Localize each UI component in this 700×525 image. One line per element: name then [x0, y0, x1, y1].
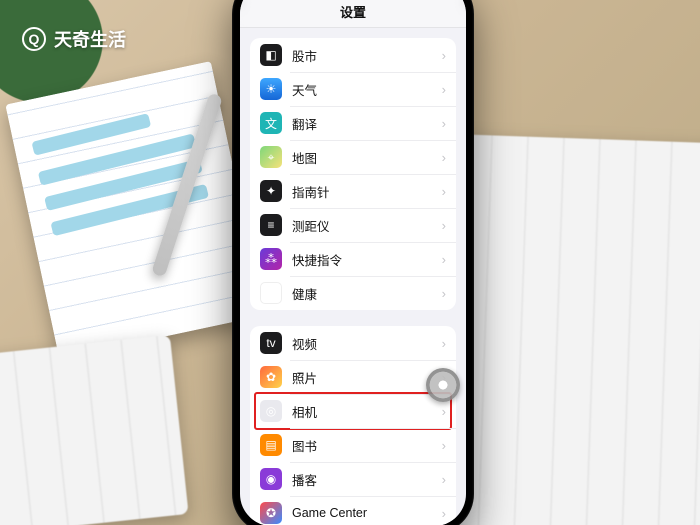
translate-icon: 文 — [260, 112, 282, 134]
chevron-right-icon: › — [442, 336, 446, 351]
chevron-right-icon: › — [442, 252, 446, 267]
settings-group: ◧ 股市 › ☀ 天气 › 文 翻译 › ⌖ — [250, 38, 456, 310]
row-label: 视频 — [292, 334, 442, 353]
row-label: 指南针 — [292, 182, 442, 201]
chevron-right-icon: › — [442, 404, 446, 419]
row-label: 地图 — [292, 148, 442, 167]
desk-background: Q 天奇生活 设置 ◧ 股市 › ☀ 天气 › — [0, 0, 700, 525]
row-stocks[interactable]: ◧ 股市 › — [250, 38, 456, 72]
chevron-right-icon: › — [442, 286, 446, 301]
shortcuts-icon: ⁂ — [260, 248, 282, 270]
row-label: 测距仪 — [292, 216, 442, 235]
maps-icon: ⌖ — [260, 146, 282, 168]
podcasts-icon: ◉ — [260, 468, 282, 490]
chevron-right-icon: › — [442, 438, 446, 453]
row-compass[interactable]: ✦ 指南针 › — [250, 174, 456, 208]
row-label: 健康 — [292, 284, 442, 303]
assistive-touch-button[interactable] — [426, 368, 460, 402]
row-shortcuts[interactable]: ⁂ 快捷指令 › — [250, 242, 456, 276]
row-camera[interactable]: ◎ 相机 › — [250, 394, 456, 428]
chevron-right-icon: › — [442, 506, 446, 521]
bg-keyboard — [0, 335, 189, 525]
navbar: 设置 — [240, 0, 466, 28]
row-label: 播客 — [292, 470, 442, 489]
settings-group: tv 视频 › ✿ 照片 › ◎ 相机 › — [250, 326, 456, 525]
health-icon: ♥ — [260, 282, 282, 304]
row-label: 天气 — [292, 80, 442, 99]
row-label: 相机 — [292, 402, 442, 421]
row-label: Game Center — [292, 506, 442, 520]
chevron-right-icon: › — [442, 116, 446, 131]
settings-list: ◧ 股市 › ☀ 天气 › 文 翻译 › ⌖ — [240, 38, 466, 525]
row-tv[interactable]: tv 视频 › — [250, 326, 456, 360]
books-icon: ▤ — [260, 434, 282, 456]
row-weather[interactable]: ☀ 天气 › — [250, 72, 456, 106]
row-translate[interactable]: 文 翻译 › — [250, 106, 456, 140]
bg-notepad — [5, 61, 264, 359]
row-photos[interactable]: ✿ 照片 › — [250, 360, 456, 394]
watermark: Q 天奇生活 — [22, 26, 126, 52]
row-maps[interactable]: ⌖ 地图 › — [250, 140, 456, 174]
stocks-icon: ◧ — [260, 44, 282, 66]
row-books[interactable]: ▤ 图书 › — [250, 428, 456, 462]
compass-icon: ✦ — [260, 180, 282, 202]
row-label: 快捷指令 — [292, 250, 442, 269]
phone-screen: 设置 ◧ 股市 › ☀ 天气 › 文 翻译 — [240, 0, 466, 525]
chevron-right-icon: › — [442, 48, 446, 63]
row-health[interactable]: ♥ 健康 › — [250, 276, 456, 310]
page-title: 设置 — [340, 2, 366, 21]
row-label: 股市 — [292, 46, 442, 65]
measure-icon: ≡ — [260, 214, 282, 236]
row-label: 图书 — [292, 436, 442, 455]
chevron-right-icon: › — [442, 184, 446, 199]
weather-icon: ☀ — [260, 78, 282, 100]
row-measure[interactable]: ≡ 测距仪 › — [250, 208, 456, 242]
chevron-right-icon: › — [442, 150, 446, 165]
gamecenter-icon: ✪ — [260, 502, 282, 524]
photos-icon: ✿ — [260, 366, 282, 388]
watermark-icon: Q — [22, 27, 46, 51]
chevron-right-icon: › — [442, 82, 446, 97]
appletv-icon: tv — [260, 332, 282, 354]
chevron-right-icon: › — [442, 218, 446, 233]
phone-frame: 设置 ◧ 股市 › ☀ 天气 › 文 翻译 — [232, 0, 474, 525]
row-gamecenter[interactable]: ✪ Game Center › — [250, 496, 456, 525]
watermark-text: 天奇生活 — [54, 26, 126, 52]
row-podcasts[interactable]: ◉ 播客 › — [250, 462, 456, 496]
bg-keyboard — [443, 134, 700, 525]
row-label: 照片 — [292, 368, 442, 387]
chevron-right-icon: › — [442, 472, 446, 487]
row-label: 翻译 — [292, 114, 442, 133]
camera-icon: ◎ — [260, 400, 282, 422]
